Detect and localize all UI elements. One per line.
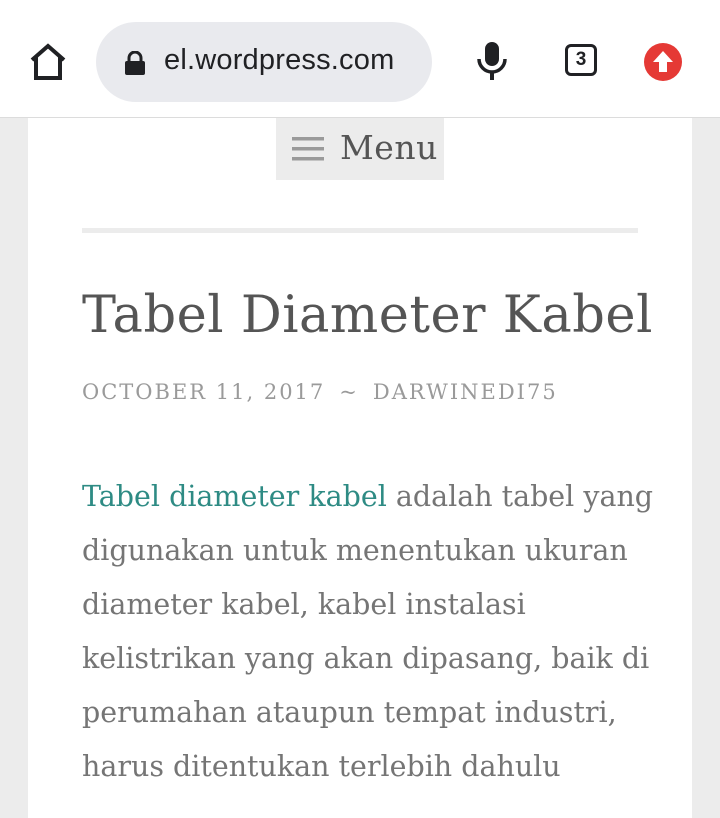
address-bar[interactable]: el.wordpress.com: [96, 22, 432, 102]
home-icon: [30, 43, 66, 80]
hamburger-icon: [292, 137, 324, 161]
url-text: el.wordpress.com: [164, 44, 395, 76]
microphone-icon: [477, 42, 507, 80]
lock-icon: [125, 51, 145, 75]
update-arrow-icon: [653, 51, 673, 72]
meta-separator: ~: [339, 380, 359, 404]
post-body-text: adalah tabel yang digunakan untuk menent…: [82, 480, 654, 783]
voice-search-button[interactable]: [472, 40, 512, 84]
menu-label: Menu: [340, 128, 438, 167]
update-button[interactable]: [644, 43, 682, 81]
post-body: Tabel diameter kabel adalah tabel yang d…: [82, 470, 662, 794]
post-title: Tabel Diameter Kabel: [82, 286, 653, 345]
menu-button[interactable]: Menu: [276, 118, 444, 180]
divider: [82, 228, 638, 233]
home-button[interactable]: [26, 40, 70, 84]
page-content: Menu Tabel Diameter Kabel OCTOBER 11, 20…: [28, 118, 692, 818]
post-body-link[interactable]: Tabel diameter kabel: [82, 480, 387, 513]
browser-toolbar: el.wordpress.com 3: [0, 0, 720, 118]
tab-switcher-button[interactable]: 3: [565, 44, 597, 76]
post-author[interactable]: DARWINEDI75: [373, 380, 558, 404]
post-date[interactable]: OCTOBER 11, 2017: [82, 380, 325, 404]
post-meta: OCTOBER 11, 2017 ~ DARWINEDI75: [82, 380, 558, 404]
